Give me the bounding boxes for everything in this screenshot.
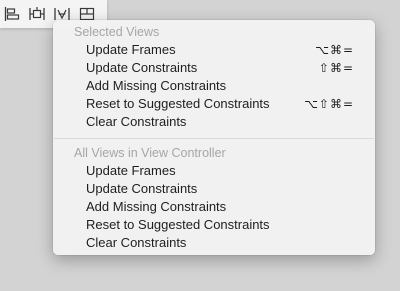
menu-item-clear-constraints-selected[interactable]: Clear Constraints	[53, 113, 375, 131]
align-icon	[4, 7, 20, 21]
menu-item-add-missing-constraints-all[interactable]: Add Missing Constraints	[53, 198, 375, 216]
menu-item-update-constraints-all[interactable]: Update Constraints	[53, 180, 375, 198]
menu-item-label: Update Frames	[86, 163, 176, 178]
resolve-auto-layout-menu: Selected Views Update Frames ⌥⌘= Update …	[53, 20, 375, 255]
resolve-auto-layout-icon	[54, 8, 70, 20]
menu-item-label: Clear Constraints	[86, 235, 187, 250]
menu-item-label: Update Constraints	[86, 181, 198, 196]
menu-item-add-missing-constraints-selected[interactable]: Add Missing Constraints	[53, 77, 375, 95]
resizing-behavior-icon	[79, 7, 95, 21]
align-button[interactable]	[3, 5, 21, 23]
menu-item-label: Update Frames	[86, 42, 176, 57]
menu-item-shortcut: ⇧⌘=	[318, 61, 354, 75]
pin-icon	[29, 7, 45, 20]
menu-separator	[54, 138, 374, 139]
menu-item-reset-suggested-constraints-all[interactable]: Reset to Suggested Constraints	[53, 216, 375, 234]
menu-item-shortcut: ⌥⌘=	[315, 43, 354, 57]
menu-item-reset-suggested-constraints-selected[interactable]: Reset to Suggested Constraints ⌥⇧⌘=	[53, 95, 375, 113]
section-header-all-views: All Views in View Controller	[74, 146, 226, 160]
menu-item-label: Clear Constraints	[86, 114, 187, 129]
menu-item-label: Reset to Suggested Constraints	[86, 96, 270, 111]
menu-item-update-constraints-selected[interactable]: Update Constraints ⇧⌘=	[53, 59, 375, 77]
pin-button[interactable]	[28, 5, 46, 23]
menu-item-label: Add Missing Constraints	[86, 199, 227, 214]
menu-item-update-frames-all[interactable]: Update Frames	[53, 162, 375, 180]
menu-item-shortcut: ⌥⇧⌘=	[304, 97, 354, 111]
section-header-selected-views: Selected Views	[74, 25, 160, 39]
menu-item-clear-constraints-all[interactable]: Clear Constraints	[53, 234, 375, 252]
menu-item-label: Update Constraints	[86, 60, 198, 75]
menu-item-label: Add Missing Constraints	[86, 78, 227, 93]
menu-item-update-frames-selected[interactable]: Update Frames ⌥⌘=	[53, 41, 375, 59]
menu-item-label: Reset to Suggested Constraints	[86, 217, 270, 232]
